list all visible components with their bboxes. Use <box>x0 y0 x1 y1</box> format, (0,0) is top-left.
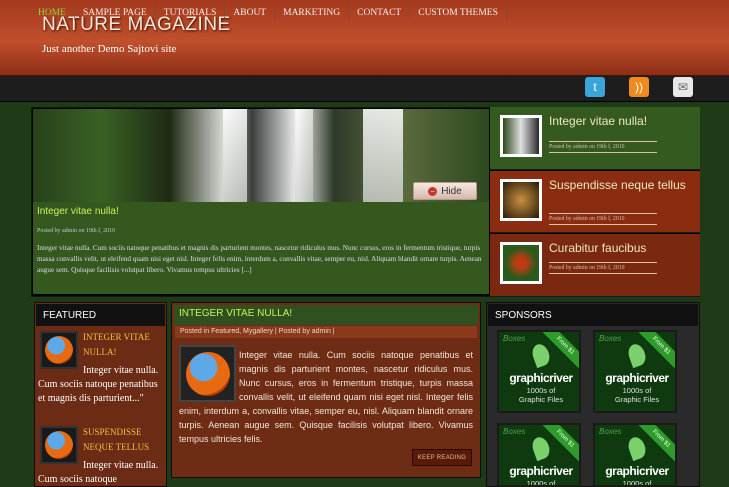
ad-brand: graphicriver <box>605 464 669 478</box>
slide-meta: Posted by admin on 19th f, 2010 <box>37 228 116 234</box>
slide-list-meta: Posted by admin on 19th f, 2010 <box>549 213 657 225</box>
rss-icon[interactable]: )) <box>629 77 649 97</box>
featured-item-text: Integer vitae nulla. Cum sociis natoque … <box>38 365 159 404</box>
sponsor-ad-graphicriver[interactable]: Boxes From $1 graphicriver 1000s ofGraph… <box>497 330 581 413</box>
featured-item-text: Integer vitae nulla. Cum sociis natoque <box>38 460 159 485</box>
ad-subtitle: 1000s ofGraphic Files <box>501 479 579 487</box>
slide-list-item[interactable]: Curabitur faucibus Posted by admin on 19… <box>490 234 700 297</box>
nav-item-contact[interactable]: CONTACT <box>349 6 411 20</box>
main-nav: HOME SAMPLE PAGE TUTORIALS ABOUT MARKETI… <box>30 0 507 26</box>
ad-boxes-label: Boxes <box>503 427 526 436</box>
ad-subtitle-line1: 1000s of <box>526 479 556 487</box>
ad-brand: graphicriver <box>509 464 573 478</box>
ad-boxes-label: Boxes <box>599 427 622 436</box>
sponsors-heading: SPONSORS <box>488 304 698 326</box>
nav-item-about[interactable]: ABOUT <box>225 6 276 20</box>
slide-list-title[interactable]: Integer vitae nulla! <box>549 114 694 129</box>
post-meta: Posted in Featured, Mygallery | Posted b… <box>175 326 477 338</box>
slide-list-meta: Posted by admin on 19th f, 2010 <box>549 141 657 153</box>
ad-boxes-label: Boxes <box>599 334 622 343</box>
slide-list-item[interactable]: Integer vitae nulla! Posted by admin on … <box>490 107 700 170</box>
slide-thumb <box>500 242 542 284</box>
hide-slider-button[interactable]: – Hide <box>413 182 477 200</box>
ad-subtitle-line2: Graphic Files <box>518 395 564 404</box>
slide-title[interactable]: Integer vitae nulla! <box>37 206 119 217</box>
main-nav-bar <box>0 76 729 102</box>
slide-list-title[interactable]: Suspendisse neque tellus <box>549 178 694 193</box>
featured-item-title[interactable]: SUSPENDISSE NEQUE TELLUS <box>83 425 163 455</box>
ad-subtitle-line2: Graphic Files <box>614 395 660 404</box>
ad-boxes-label: Boxes <box>503 334 526 343</box>
nav-item-home[interactable]: HOME <box>30 6 75 20</box>
sponsor-ad-graphicriver[interactable]: Boxes From $1 graphicriver 1000s ofGraph… <box>593 423 677 487</box>
sponsor-ad-graphicriver[interactable]: Boxes From $1 graphicriver 1000s ofGraph… <box>497 423 581 487</box>
slide-thumb <box>500 115 542 157</box>
ad-subtitle-line1: 1000s of <box>622 386 652 395</box>
nav-item-marketing[interactable]: MARKETING <box>275 6 350 20</box>
slide-excerpt: Integer vitae nulla. Cum sociis natoque … <box>37 244 482 274</box>
keep-reading-button[interactable]: KEEP READING <box>412 449 472 466</box>
nav-item-tutorials[interactable]: TUTORIALS <box>156 6 226 20</box>
ad-subtitle: 1000s ofGraphic Files <box>501 386 579 404</box>
mail-icon[interactable]: ✉ <box>673 77 693 97</box>
nav-item-sample-page[interactable]: SAMPLE PAGE <box>75 6 156 20</box>
ad-subtitle-line1: 1000s of <box>622 479 652 487</box>
ad-brand: graphicriver <box>605 371 669 385</box>
featured-item-title[interactable]: INTEGER VITAE NULLA! <box>83 330 163 360</box>
site-tagline: Just another Demo Sajtovi site <box>42 43 177 55</box>
ad-subtitle: 1000s ofGraphic Files <box>597 479 675 487</box>
twitter-icon[interactable]: t <box>585 77 605 97</box>
slide-list-item[interactable]: Suspendisse neque tellus Posted by admin… <box>490 171 700 233</box>
leaf-icon <box>529 341 553 369</box>
ad-subtitle: 1000s ofGraphic Files <box>597 386 675 404</box>
sponsor-ad-graphicriver[interactable]: Boxes From $1 graphicriver 1000s ofGraph… <box>593 330 677 413</box>
hide-label: Hide <box>441 185 462 197</box>
slide-thumb <box>500 179 542 221</box>
leaf-icon <box>529 434 553 462</box>
post-excerpt: Integer vitae nulla. Cum sociis natoque … <box>179 348 473 446</box>
ad-brand: graphicriver <box>509 371 573 385</box>
leaf-icon <box>625 434 649 462</box>
minus-icon: – <box>428 186 438 196</box>
nav-item-custom-themes[interactable]: CUSTOM THEMES <box>410 6 507 20</box>
ad-subtitle-line1: 1000s of <box>526 386 556 395</box>
post-title[interactable]: INTEGER VITAE NULLA! <box>179 308 292 319</box>
featured-heading: FEATURED <box>36 304 165 326</box>
slide-list-meta: Posted by admin on 19th f, 2010 <box>549 262 657 274</box>
slide-list-title[interactable]: Curabitur faucibus <box>549 241 694 256</box>
leaf-icon <box>625 341 649 369</box>
